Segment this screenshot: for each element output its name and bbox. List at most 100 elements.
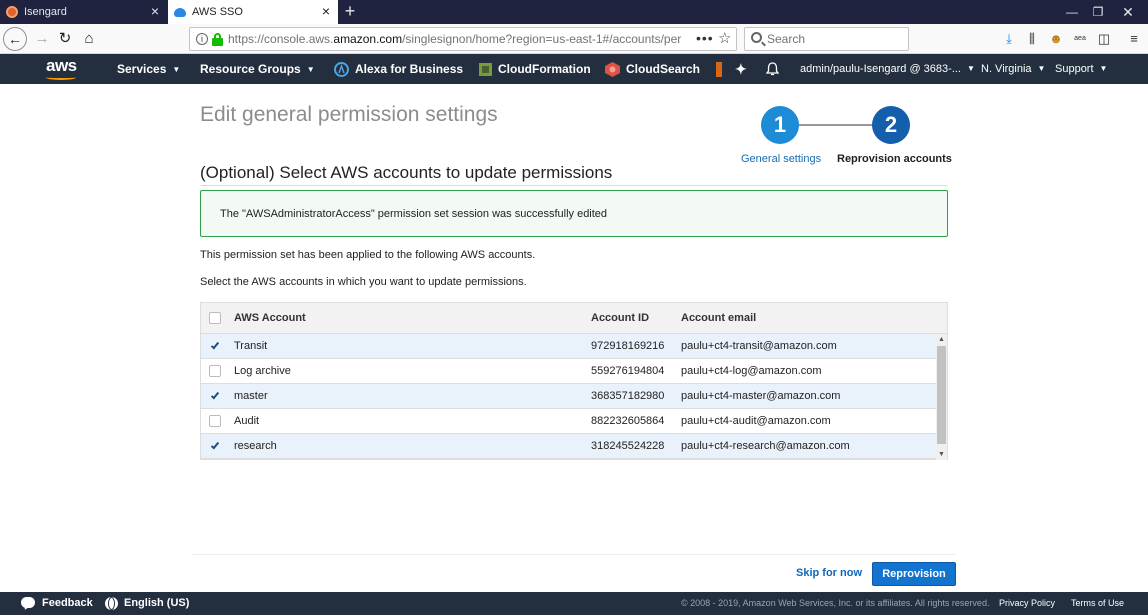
- translate-extension-icon[interactable]: aea: [1070, 29, 1090, 49]
- wizard-step-1-label[interactable]: General settings: [741, 153, 821, 165]
- info-icon[interactable]: i: [196, 33, 208, 45]
- cell-account-id: 368357182980: [591, 390, 665, 402]
- feedback-bubble-icon: [21, 597, 35, 608]
- pin-icon[interactable]: ✦: [735, 54, 747, 84]
- cell-account-email: paulu+ct4-audit@amazon.com: [681, 415, 831, 427]
- cell-account-name: Audit: [234, 415, 260, 427]
- tab-isengard[interactable]: Isengard ×: [0, 0, 167, 24]
- aws-logo[interactable]: aws: [46, 56, 77, 80]
- terms-of-use-link[interactable]: Terms of Use: [1071, 592, 1124, 615]
- chevron-down-icon: ▼: [1099, 64, 1108, 73]
- row-checkbox[interactable]: [209, 390, 221, 402]
- header-account-id[interactable]: Account ID: [591, 312, 649, 324]
- cell-account-id: 318245524228: [591, 440, 665, 452]
- cell-account-email: paulu+ct4-master@amazon.com: [681, 390, 841, 402]
- scroll-up-icon[interactable]: ▲: [936, 334, 947, 345]
- copyright-text: © 2008 - 2019, Amazon Web Services, Inc.…: [681, 598, 990, 608]
- table-header: AWS Account Account ID Account email: [201, 303, 947, 334]
- checkmark-icon: [210, 440, 220, 450]
- cell-account-email: paulu+ct4-transit@amazon.com: [681, 340, 837, 352]
- scrollbar-thumb[interactable]: [937, 346, 946, 444]
- region-menu[interactable]: N. Virginia ▼: [981, 54, 1045, 84]
- chevron-down-icon: ▼: [172, 65, 181, 74]
- browser-nav-bar: ← → ↻ ⌂ i https://console.aws.amazon.com…: [0, 24, 1148, 54]
- header-aws-account[interactable]: AWS Account: [234, 312, 306, 324]
- select-all-checkbox[interactable]: [209, 312, 221, 324]
- library-icon[interactable]: ⫼: [1022, 29, 1042, 49]
- wizard-step-2: 2: [872, 106, 910, 144]
- cloudsearch-service-icon: [605, 62, 620, 77]
- back-arrow-icon[interactable]: ←: [3, 27, 27, 51]
- reload-icon[interactable]: ↻: [53, 27, 77, 51]
- support-menu[interactable]: Support ▼: [1055, 54, 1107, 84]
- tab-label: AWS SSO: [192, 6, 243, 18]
- resource-groups-menu[interactable]: Resource Groups ▼: [200, 54, 315, 84]
- page-actions-menu-icon[interactable]: •••: [696, 28, 714, 48]
- alexa-for-business-link[interactable]: Alexa for Business: [355, 54, 463, 84]
- service-overflow-icon[interactable]: [716, 62, 722, 77]
- forward-arrow-icon[interactable]: →: [30, 27, 54, 51]
- table-row[interactable]: Audit 882232605864 paulu+ct4-audit@amazon.…: [201, 409, 936, 434]
- browser-search-box[interactable]: [744, 27, 909, 51]
- applied-description: This permission set has been applied to …: [200, 249, 536, 261]
- table-row[interactable]: master 368357182980 paulu+ct4-master@amazo…: [201, 384, 936, 409]
- cloudsearch-link[interactable]: CloudSearch: [626, 54, 700, 84]
- scroll-down-icon[interactable]: ▼: [936, 449, 947, 460]
- address-bar[interactable]: i https://console.aws.amazon.com/singles…: [189, 27, 737, 51]
- row-checkbox[interactable]: [209, 365, 221, 377]
- reprovision-button[interactable]: Reprovision: [872, 562, 956, 586]
- menu-icon[interactable]: ≡: [1124, 29, 1144, 49]
- new-tab-icon[interactable]: +: [340, 0, 360, 24]
- account-menu[interactable]: admin/paulu-Isengard @ 3683-... ▼: [800, 54, 975, 84]
- row-checkbox[interactable]: [209, 440, 221, 452]
- success-alert: The "AWSAdministratorAccess" permission …: [200, 190, 948, 237]
- globe-icon: [105, 597, 118, 610]
- success-alert-text: The "AWSAdministratorAccess" permission …: [220, 208, 608, 220]
- cell-account-name: research: [234, 440, 277, 452]
- table-scrollbar[interactable]: ▲ ▼: [936, 334, 947, 460]
- row-checkbox[interactable]: [209, 340, 221, 352]
- cell-account-id: 972918169216: [591, 340, 665, 352]
- browser-search-input[interactable]: [767, 31, 902, 47]
- cell-account-name: Log archive: [234, 365, 291, 377]
- browser-tab-strip: Isengard × AWS SSO × + — ❐ ✕: [0, 0, 1148, 24]
- table-row[interactable]: research 318245524228 paulu+ct4-research@a…: [201, 434, 936, 459]
- bell-icon[interactable]: [766, 62, 779, 76]
- language-selector[interactable]: English (US): [124, 592, 189, 615]
- download-icon[interactable]: ⤓: [999, 29, 1019, 49]
- actions-divider: [192, 554, 956, 555]
- chevron-down-icon: ▼: [306, 65, 315, 74]
- lock-icon[interactable]: [212, 33, 223, 46]
- page-title: Edit general permission settings: [200, 103, 498, 126]
- row-checkbox[interactable]: [209, 415, 221, 427]
- bookmark-star-icon[interactable]: ☆: [718, 29, 731, 47]
- table-row[interactable]: Log archive 559276194804 paulu+ct4-log@ama…: [201, 359, 936, 384]
- accounts-table: AWS Account Account ID Account email Tra…: [200, 302, 948, 460]
- tab-label: Isengard: [24, 6, 67, 18]
- sidebar-icon[interactable]: ◫: [1094, 29, 1114, 49]
- services-menu[interactable]: Services ▼: [117, 54, 180, 84]
- restore-window-icon[interactable]: ❐: [1083, 0, 1113, 24]
- tab-aws-sso[interactable]: AWS SSO ×: [168, 0, 338, 24]
- cell-account-id: 559276194804: [591, 365, 665, 377]
- url-text[interactable]: https://console.aws.amazon.com/singlesig…: [228, 28, 682, 50]
- extension-icon[interactable]: ☻: [1046, 29, 1066, 49]
- wizard-step-2-label: Reprovision accounts: [837, 153, 952, 165]
- close-tab-icon[interactable]: ×: [151, 4, 159, 18]
- cloudformation-link[interactable]: CloudFormation: [498, 54, 591, 84]
- close-window-icon[interactable]: ✕: [1113, 0, 1143, 24]
- alexa-service-icon: [334, 62, 349, 77]
- feedback-link[interactable]: Feedback: [42, 592, 93, 615]
- table-row[interactable]: Transit 972918169216 paulu+ct4-transit@ama…: [201, 334, 936, 359]
- home-icon[interactable]: ⌂: [77, 27, 101, 51]
- privacy-policy-link[interactable]: Privacy Policy: [999, 592, 1055, 615]
- search-icon: [751, 32, 762, 43]
- checkmark-icon: [210, 390, 220, 400]
- chevron-down-icon: ▼: [1037, 64, 1046, 73]
- header-account-email[interactable]: Account email: [681, 312, 756, 324]
- close-tab-icon[interactable]: ×: [322, 4, 330, 18]
- cell-account-name: Transit: [234, 340, 268, 352]
- skip-for-now-link[interactable]: Skip for now: [796, 567, 862, 579]
- console-footer: Feedback English (US) © 2008 - 2019, Ama…: [0, 592, 1148, 615]
- wizard-step-1[interactable]: 1: [761, 106, 799, 144]
